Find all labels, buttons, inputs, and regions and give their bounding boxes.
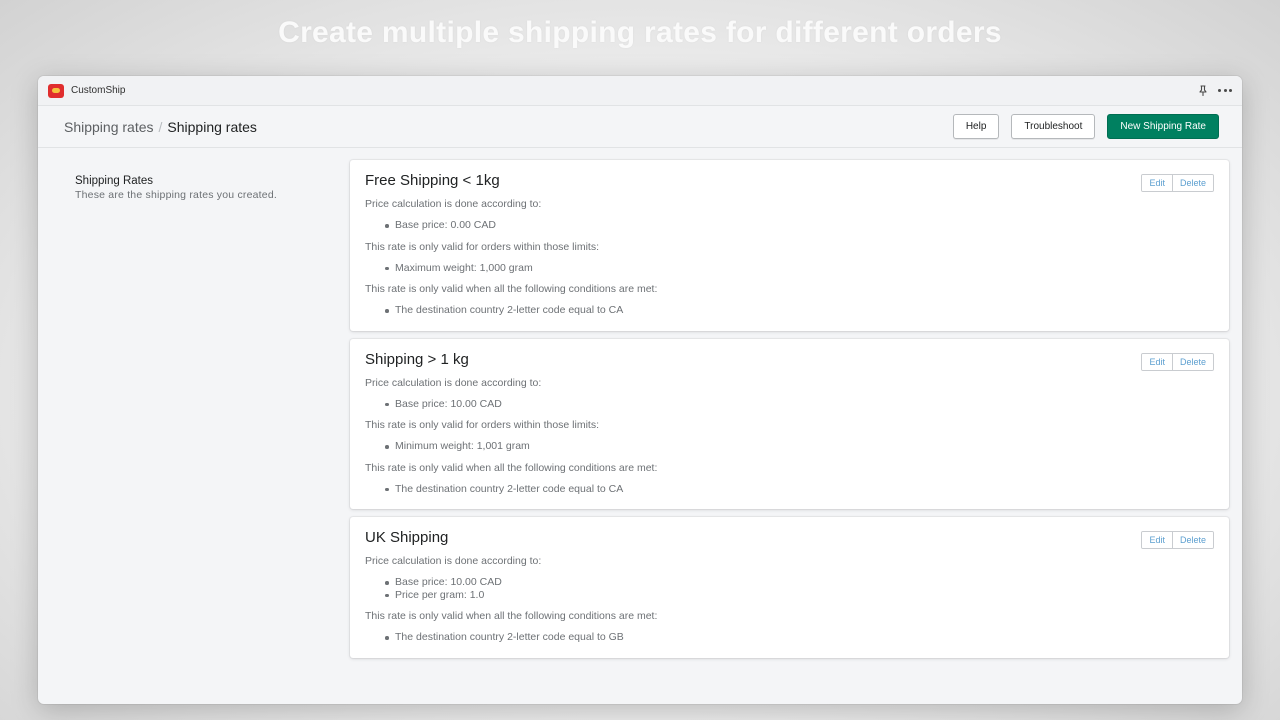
breadcrumb-separator: / <box>158 118 163 135</box>
delete-button[interactable]: Delete <box>1171 175 1213 191</box>
list-item: Minimum weight: 1,001 gram <box>385 440 1214 453</box>
conditions-list: The destination country 2-letter code eq… <box>365 304 1214 317</box>
page-title: Shipping rates <box>167 118 257 135</box>
app-name: CustomShip <box>71 85 126 96</box>
shipping-rate-card: UK Shipping Edit Delete Price calculatio… <box>350 517 1229 658</box>
rate-title: UK Shipping <box>365 529 449 546</box>
troubleshoot-button[interactable]: Troubleshoot <box>1011 114 1096 139</box>
rate-title: Shipping > 1 kg <box>365 350 469 368</box>
price-heading: Price calculation is done according to: <box>365 376 542 389</box>
price-heading: Price calculation is done according to: <box>365 198 542 210</box>
edit-button[interactable]: Edit <box>1142 175 1172 191</box>
section-subtitle: These are the shipping rates you created… <box>75 189 277 201</box>
limits-list: Maximum weight: 1,000 gram <box>365 262 1214 275</box>
list-item: Price per gram: 1.0 <box>385 589 1214 602</box>
price-list: Base price: 10.00 CAD <box>365 398 1214 411</box>
conditions-list: The destination country 2-letter code eq… <box>365 483 1214 496</box>
price-list: Base price: 0.00 CAD <box>365 219 1214 232</box>
new-shipping-rate-button[interactable]: New Shipping Rate <box>1107 114 1219 139</box>
conditions-heading: This rate is only valid when all the fol… <box>365 610 658 622</box>
page-header: Shipping rates / Shipping rates Help Tro… <box>38 106 1242 148</box>
list-item: Base price: 10.00 CAD <box>385 576 1214 589</box>
shipping-rate-card: Shipping > 1 kg Edit Delete Price calcul… <box>350 338 1229 509</box>
breadcrumb-parent[interactable]: Shipping rates <box>64 119 154 135</box>
delete-button[interactable]: Delete <box>1171 353 1213 370</box>
limits-heading: This rate is only valid for orders withi… <box>365 419 599 431</box>
conditions-list: The destination country 2-letter code eq… <box>365 631 1214 644</box>
customship-logo-icon <box>48 83 64 98</box>
rate-actions: Edit Delete <box>1141 531 1214 549</box>
delete-button[interactable]: Delete <box>1171 532 1213 548</box>
list-item: Base price: 10.00 CAD <box>385 398 1214 411</box>
rates-list: Free Shipping < 1kg Edit Delete Price ca… <box>350 160 1229 666</box>
pin-icon[interactable] <box>1198 85 1208 96</box>
edit-button[interactable]: Edit <box>1142 532 1172 548</box>
edit-button[interactable]: Edit <box>1142 353 1172 370</box>
list-item: Maximum weight: 1,000 gram <box>385 262 1214 275</box>
app-window: CustomShip Shipping rates / Shipping rat… <box>38 76 1242 704</box>
section-title: Shipping Rates <box>75 175 153 187</box>
rate-title: Free Shipping < 1kg <box>365 172 500 189</box>
main-content: Shipping Rates These are the shipping ra… <box>38 148 1242 666</box>
list-item: The destination country 2-letter code eq… <box>385 631 1214 644</box>
list-item: Base price: 0.00 CAD <box>385 219 1214 232</box>
list-item: The destination country 2-letter code eq… <box>385 304 1214 317</box>
limits-list: Minimum weight: 1,001 gram <box>365 440 1214 453</box>
app-titlebar: CustomShip <box>38 76 1242 106</box>
promo-headline: Create multiple shipping rates for diffe… <box>278 16 1002 49</box>
conditions-heading: This rate is only valid when all the fol… <box>365 461 658 474</box>
more-horizontal-icon[interactable] <box>1218 89 1232 92</box>
shipping-rate-card: Free Shipping < 1kg Edit Delete Price ca… <box>350 160 1229 331</box>
price-heading: Price calculation is done according to: <box>365 555 542 567</box>
list-item: The destination country 2-letter code eq… <box>385 483 1214 496</box>
rate-actions: Edit Delete <box>1141 352 1214 371</box>
conditions-heading: This rate is only valid when all the fol… <box>365 283 658 295</box>
limits-heading: This rate is only valid for orders withi… <box>365 240 599 253</box>
price-list: Base price: 10.00 CAD Price per gram: 1.… <box>365 576 1214 601</box>
section-description: Shipping Rates These are the shipping ra… <box>75 160 350 666</box>
help-button[interactable]: Help <box>952 114 1000 139</box>
rate-actions: Edit Delete <box>1141 174 1214 192</box>
